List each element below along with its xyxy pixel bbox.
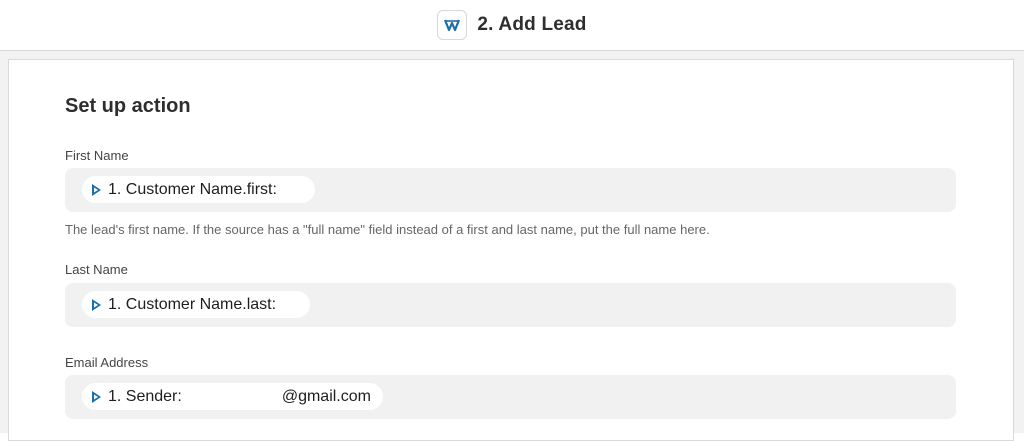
step-title: 2. Add Lead	[477, 14, 587, 35]
last-name-field[interactable]: 1. Customer Name.last:	[65, 283, 956, 327]
first-name-label: First Name	[65, 148, 129, 163]
section-title: Set up action	[65, 95, 191, 117]
source-app-icon	[92, 298, 101, 311]
last-name-label: Last Name	[65, 262, 128, 277]
last-name-token[interactable]: 1. Customer Name.last:	[82, 291, 311, 318]
email-address-label: Email Address	[65, 355, 149, 370]
source-app-icon	[92, 390, 101, 403]
first-name-help-text: The lead's first name. If the source has…	[65, 222, 710, 237]
app-logo-icon	[437, 10, 468, 40]
last-name-token-text: 1. Customer Name.last:	[108, 295, 277, 313]
step-header: 2. Add Lead	[0, 0, 1024, 51]
email-address-token[interactable]: 1. Sender: @gmail.com	[82, 383, 383, 410]
redacted-value	[276, 297, 299, 312]
redacted-value	[181, 389, 282, 404]
email-domain-text: @gmail.com	[281, 387, 371, 405]
email-address-token-text: 1. Sender:	[108, 387, 182, 405]
first-name-token-text: 1. Customer Name.first:	[108, 180, 277, 198]
source-app-icon	[92, 183, 101, 196]
first-name-token[interactable]: 1. Customer Name.first:	[82, 176, 315, 203]
email-address-field[interactable]: 1. Sender: @gmail.com	[65, 375, 956, 419]
redacted-value	[276, 182, 303, 197]
first-name-field[interactable]: 1. Customer Name.first:	[65, 168, 956, 212]
